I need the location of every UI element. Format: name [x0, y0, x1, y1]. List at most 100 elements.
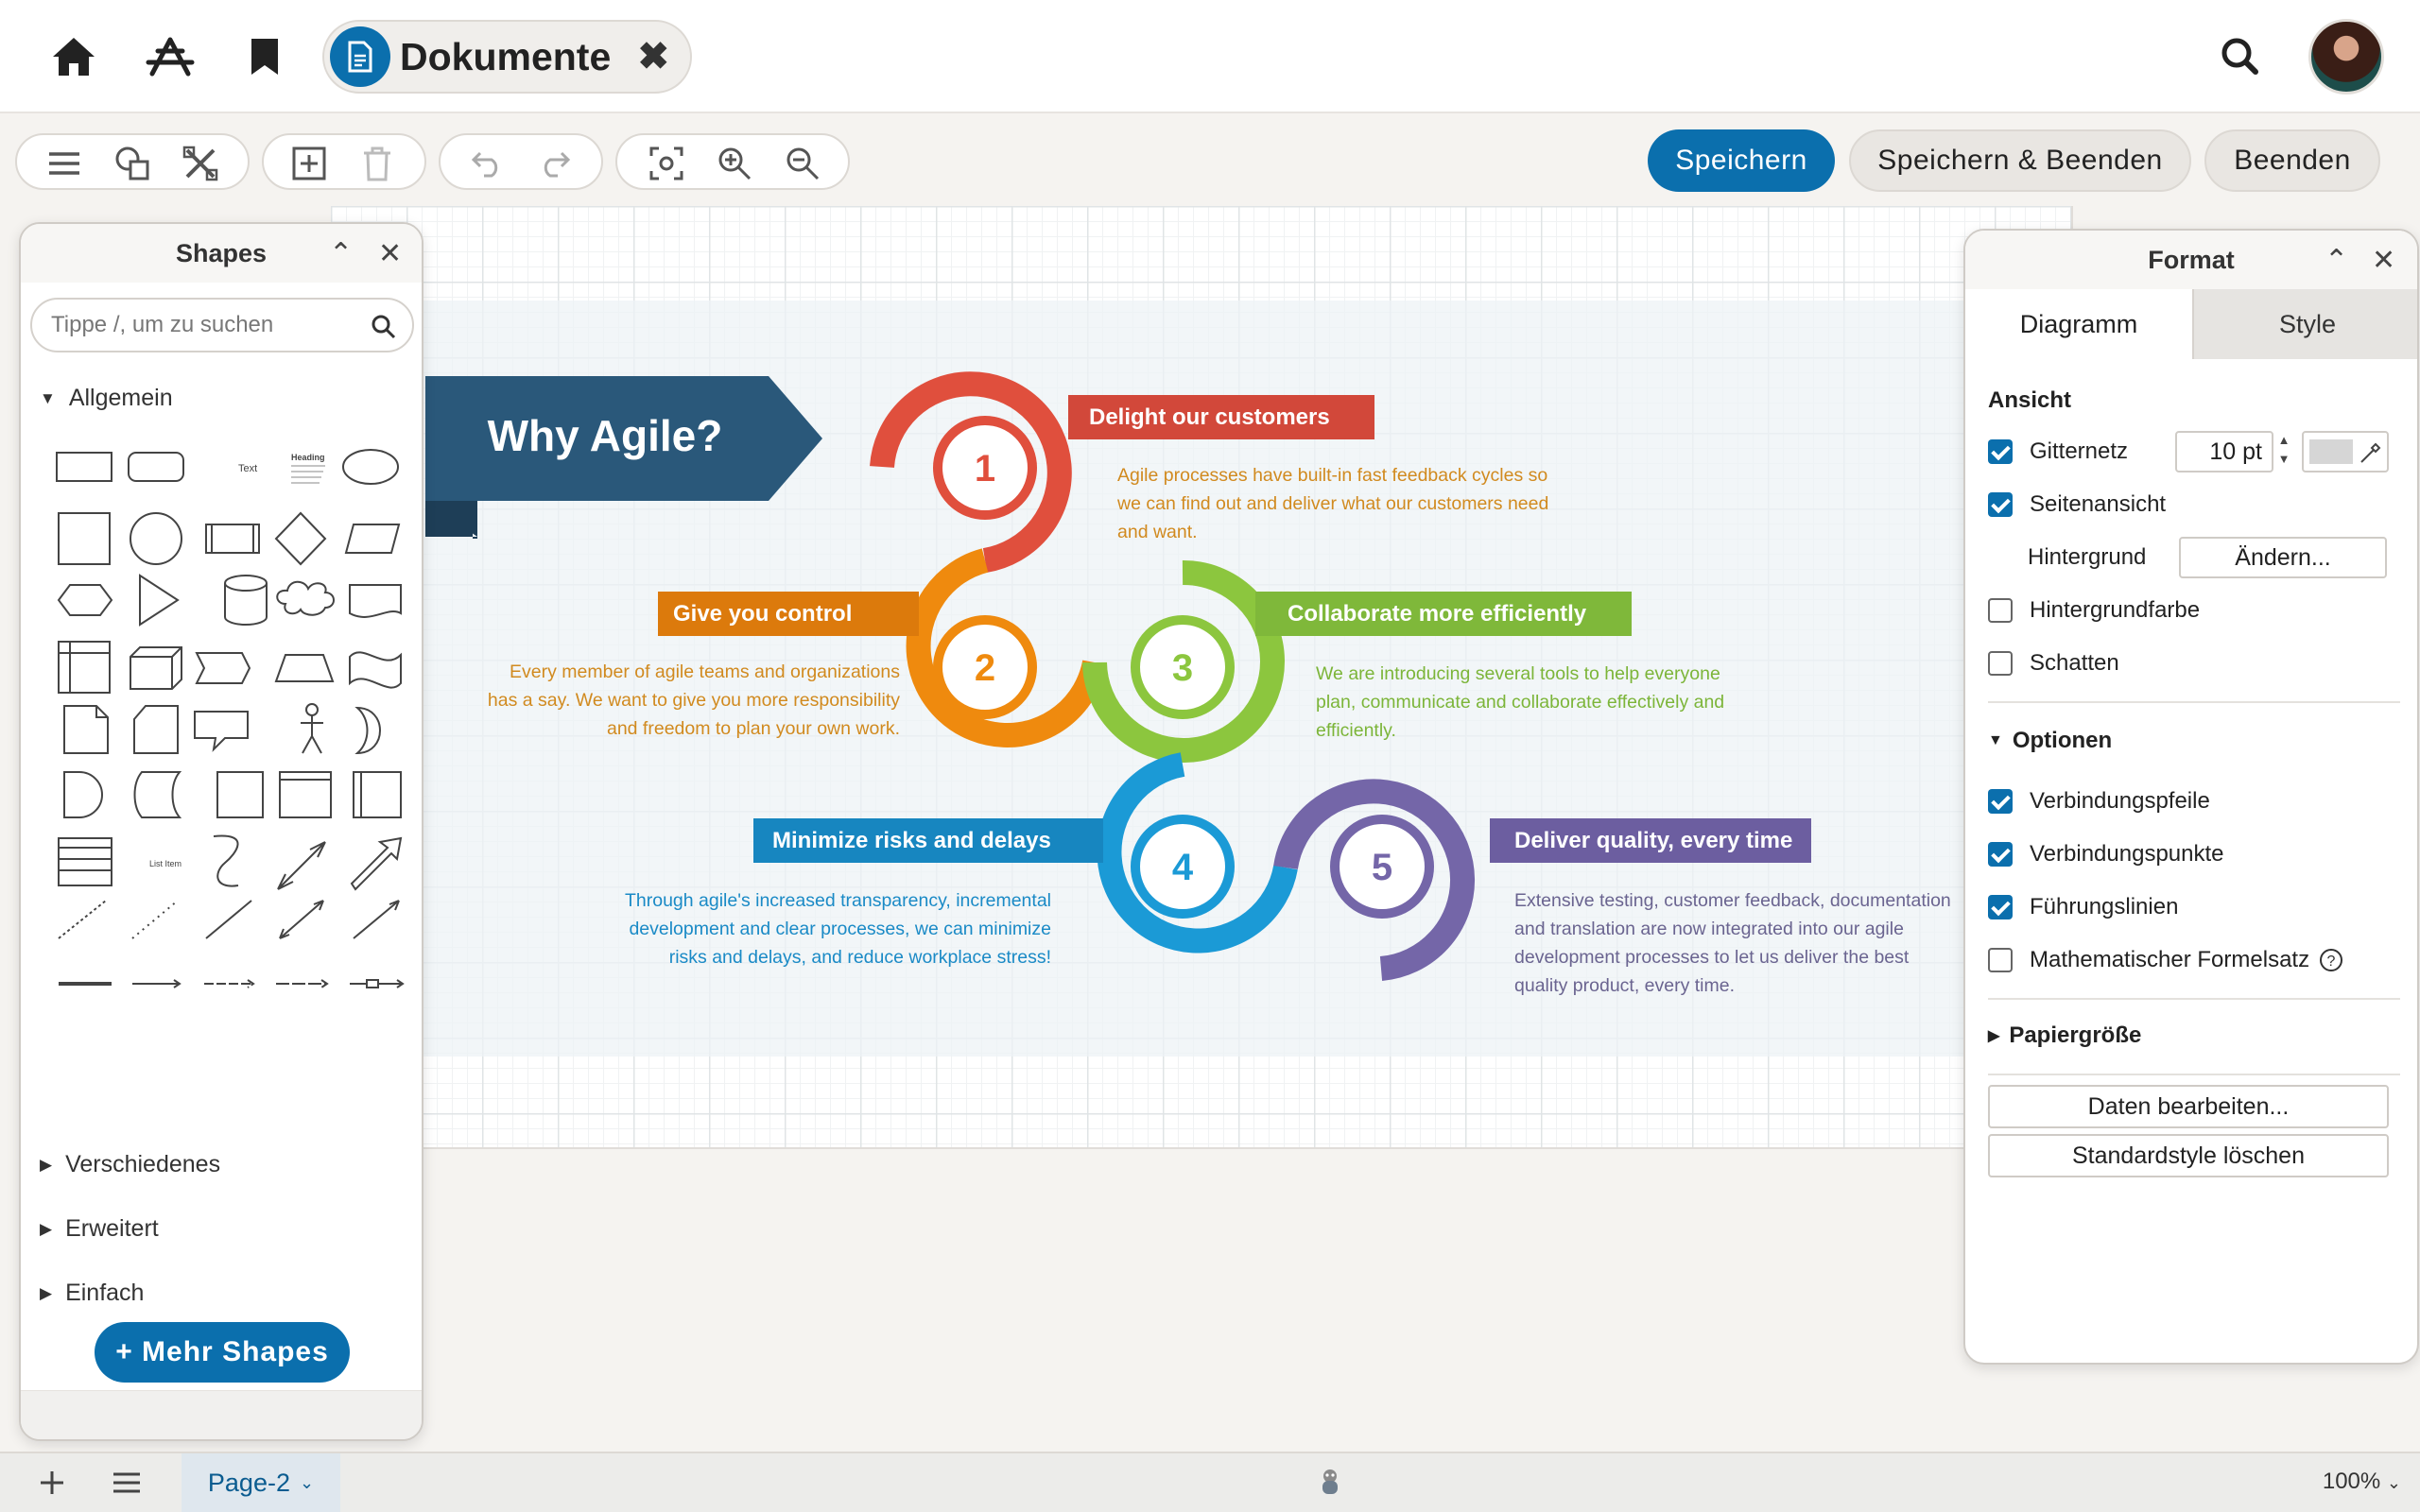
infographic-title[interactable]: Why Agile? — [425, 410, 785, 461]
more-shapes-button[interactable]: + Mehr Shapes — [95, 1322, 350, 1383]
avatar[interactable] — [2308, 19, 2384, 94]
shape-step[interactable] — [195, 652, 251, 684]
shape-library-grid[interactable]: Text Heading List Item — [38, 441, 416, 1311]
shape-card[interactable] — [133, 705, 179, 754]
item-1-heading[interactable]: Delight our customers — [1068, 395, 1374, 439]
shape-delay[interactable] — [63, 771, 103, 818]
shape-list-item[interactable]: List Item — [149, 859, 182, 868]
tab-style[interactable]: Style — [2192, 289, 2417, 359]
shape-rounded-rectangle[interactable] — [128, 452, 184, 482]
shadow-checkbox[interactable] — [1988, 651, 2013, 676]
section-basic[interactable]: ▶ Einfach — [40, 1280, 144, 1307]
item-3-heading[interactable]: Collaborate more efficiently — [1255, 592, 1632, 636]
shape-connector[interactable] — [132, 979, 182, 988]
shape-cube[interactable] — [130, 646, 182, 690]
shape-or[interactable] — [354, 706, 381, 755]
close-icon[interactable]: ✖ — [637, 35, 669, 78]
collapse-icon[interactable]: ⌃ — [2325, 244, 2348, 277]
shape-list[interactable] — [58, 837, 112, 886]
pages-menu-icon[interactable] — [112, 1470, 142, 1495]
close-icon[interactable]: ✕ — [378, 237, 402, 270]
tab-page-2[interactable]: Page-2 ⌄ — [182, 1453, 340, 1512]
guides-checkbox[interactable] — [1988, 895, 2013, 919]
shape-cylinder[interactable] — [223, 575, 268, 626]
section-general[interactable]: ▼ Allgemein — [40, 385, 173, 412]
shape-container[interactable] — [216, 771, 264, 818]
shape-circle[interactable] — [130, 512, 182, 565]
shape-trapezoid[interactable] — [274, 654, 335, 682]
shape-tape[interactable] — [349, 651, 402, 689]
tab-diagram[interactable]: Diagramm — [1965, 289, 2192, 359]
undo-icon[interactable] — [467, 143, 509, 184]
item-4-text[interactable]: Through agile's increased transparency, … — [520, 886, 1051, 971]
shape-process[interactable] — [205, 524, 260, 554]
search-icon[interactable] — [2212, 28, 2269, 85]
shape-callout[interactable] — [194, 711, 249, 752]
page-view-checkbox[interactable] — [1988, 492, 2013, 517]
item-2-heading[interactable]: Give you control — [658, 592, 919, 636]
math-typesetting-option[interactable]: Mathematischer Formelsatz ? — [1988, 941, 2343, 979]
zoom-in-icon[interactable] — [714, 143, 755, 184]
shape-curve[interactable] — [213, 834, 239, 887]
shape-hexagon[interactable] — [57, 584, 113, 616]
delete-icon[interactable] — [356, 143, 398, 184]
grid-checkbox[interactable] — [1988, 439, 2013, 464]
shape-internal-storage[interactable] — [58, 641, 111, 694]
home-icon[interactable] — [45, 28, 102, 85]
redo-icon[interactable] — [533, 143, 575, 184]
grid-color-picker[interactable] — [2302, 431, 2389, 472]
shape-cloud[interactable] — [276, 580, 335, 616]
bookmark-icon[interactable] — [236, 28, 293, 85]
add-page-icon[interactable] — [38, 1469, 66, 1497]
guides-option[interactable]: Führungslinien — [1988, 888, 2178, 926]
shape-connector-label[interactable] — [276, 979, 329, 988]
math-typesetting-checkbox[interactable] — [1988, 948, 2013, 972]
section-advanced[interactable]: ▶ Erweitert — [40, 1215, 159, 1243]
shape-connector-dashed[interactable] — [204, 979, 255, 988]
document-tab[interactable]: Dokumente ✖ — [322, 20, 692, 94]
shape-line[interactable] — [205, 900, 252, 939]
menu-icon[interactable] — [43, 143, 85, 184]
shape-triangle[interactable] — [139, 574, 180, 627]
change-background-button[interactable]: Ändern... — [2179, 537, 2387, 578]
grid-size-stepper[interactable]: ▲ ▼ — [2275, 431, 2292, 472]
shape-document[interactable] — [349, 584, 402, 618]
save-button[interactable]: Speichern — [1648, 129, 1835, 192]
diagram-canvas[interactable]: 1 2 3 4 5 Why Agile? Delight our custome… — [331, 206, 2073, 1149]
format-tools-icon[interactable] — [180, 143, 221, 184]
help-icon[interactable]: ? — [2319, 948, 2343, 972]
shape-text[interactable]: Text — [238, 463, 257, 474]
app-store-icon[interactable] — [142, 28, 199, 85]
shape-arrow[interactable] — [350, 836, 403, 891]
shape-rectangle[interactable] — [56, 452, 112, 482]
fit-page-icon[interactable] — [646, 143, 687, 184]
connection-points-option[interactable]: Verbindungspunkte — [1988, 835, 2224, 873]
shape-note[interactable] — [63, 705, 109, 754]
shape-heading[interactable]: Heading — [291, 453, 325, 462]
zoom-level[interactable]: 100% ⌄ — [2323, 1469, 2401, 1495]
shape-actor[interactable] — [301, 703, 323, 754]
shape-search-input[interactable]: Tippe /, um zu suchen — [30, 298, 414, 352]
grid-size-input[interactable]: 10 pt — [2175, 431, 2273, 472]
connection-arrows-checkbox[interactable] — [1988, 789, 2013, 814]
item-5-heading[interactable]: Deliver quality, every time — [1490, 818, 1811, 863]
paper-size-section[interactable]: ▶ Papiergröße — [1988, 1022, 2141, 1049]
shape-directional-connector[interactable] — [353, 900, 400, 939]
connection-arrows-option[interactable]: Verbindungspfeile — [1988, 782, 2210, 820]
connection-points-checkbox[interactable] — [1988, 842, 2013, 867]
background-color-checkbox[interactable] — [1988, 598, 2013, 623]
shape-ellipse[interactable] — [342, 449, 399, 485]
item-1-text[interactable]: Agile processes have built-in fast feedb… — [1117, 461, 1647, 546]
shape-dotted-line[interactable] — [131, 900, 179, 939]
shape-bidirectional-connector[interactable] — [279, 900, 324, 939]
shape-stored-data[interactable] — [133, 771, 182, 818]
grid-option[interactable]: Gitternetz — [1988, 433, 2128, 471]
save-and-exit-button[interactable]: Speichern & Beenden — [1849, 129, 2191, 192]
background-color-option[interactable]: Hintergrundfarbe — [1988, 592, 2200, 629]
exit-button[interactable]: Beenden — [2204, 129, 2380, 192]
bug-report-icon[interactable] — [1316, 1467, 1344, 1499]
shape-dashed-line[interactable] — [58, 900, 107, 939]
shape-parallelogram[interactable] — [344, 524, 401, 554]
close-icon[interactable]: ✕ — [2372, 244, 2395, 277]
page-view-option[interactable]: Seitenansicht — [1988, 486, 2166, 524]
